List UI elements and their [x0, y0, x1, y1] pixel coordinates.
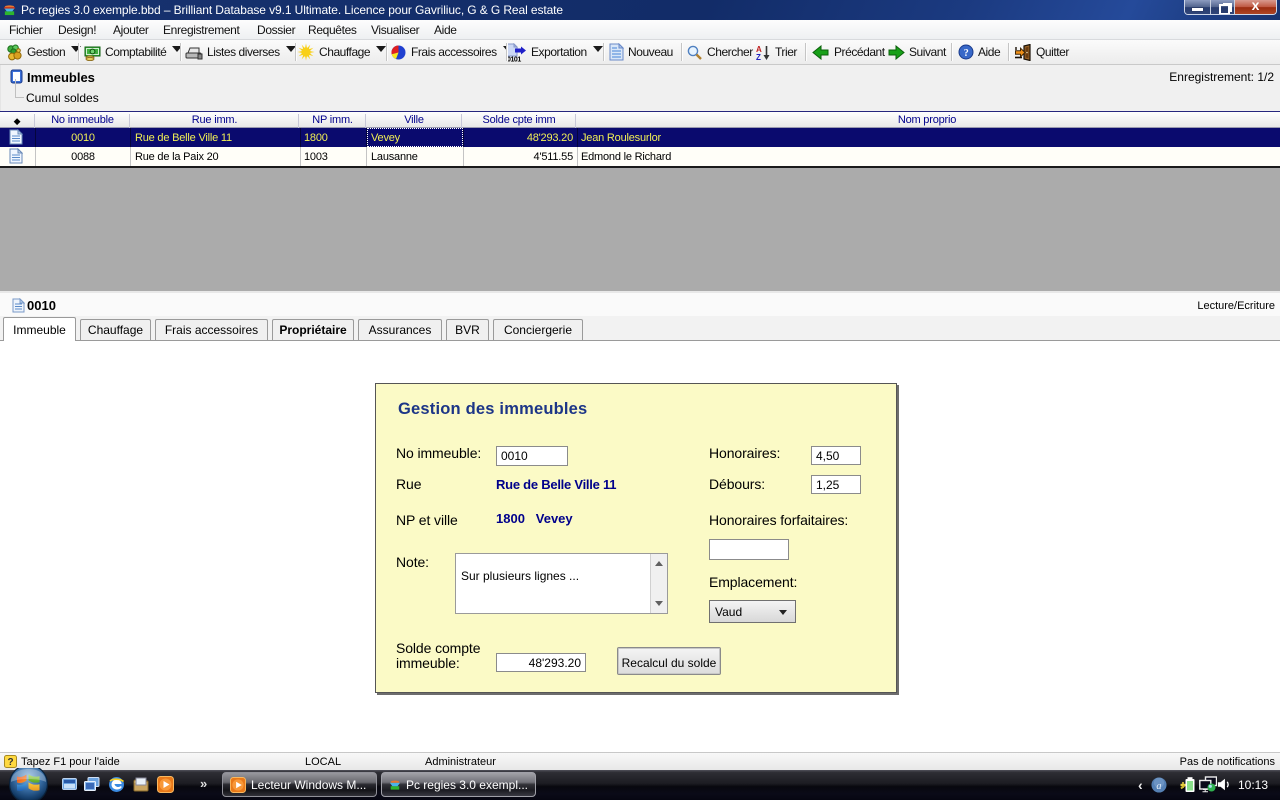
svg-text:a: a — [1156, 781, 1161, 792]
svg-text:?: ? — [7, 757, 13, 768]
svg-text:0101: 0101 — [507, 56, 521, 62]
svg-text:Z: Z — [756, 53, 761, 61]
svg-text:?: ? — [964, 48, 969, 59]
